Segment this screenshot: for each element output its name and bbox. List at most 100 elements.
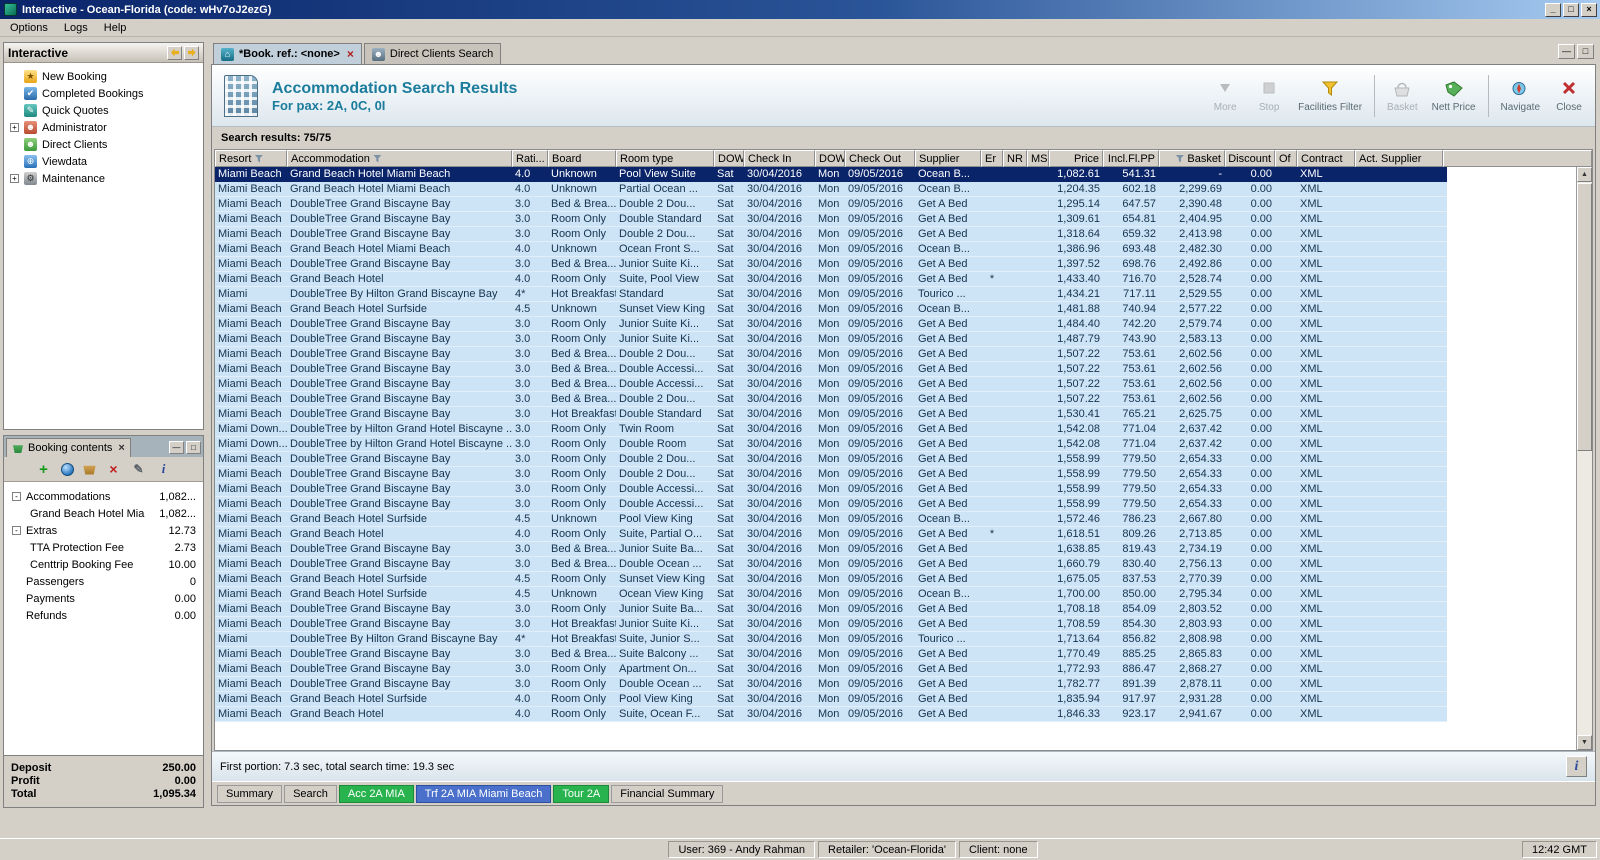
column-header-nr[interactable]: NR (1003, 150, 1027, 167)
column-header-discount[interactable]: Discount (1225, 150, 1275, 167)
sidebar-item-quick-quotes[interactable]: ✎ Quick Quotes (4, 102, 203, 119)
basket-icon[interactable] (83, 465, 96, 475)
filter-funnel-icon[interactable] (254, 154, 264, 163)
navigate-button[interactable]: Navigate (1494, 69, 1547, 123)
column-header-room-type[interactable]: Room type (616, 150, 714, 167)
column-header-board[interactable]: Board (548, 150, 616, 167)
globe-icon[interactable] (60, 462, 74, 476)
booking-item-grand-beach-hotel-mia[interactable]: Grand Beach Hotel Mia 1,082... (4, 505, 203, 522)
table-row[interactable]: Miami Beach Grand Beach Hotel 4.0 Room Only… (215, 272, 1447, 287)
column-header-supplier[interactable]: Supplier (915, 150, 981, 167)
table-row[interactable]: Miami Beach DoubleTree Grand Biscayne Bay… (215, 677, 1447, 692)
panel-minimize-button[interactable]: — (169, 441, 184, 454)
table-row[interactable]: Miami DoubleTree By Hilton Grand Biscayne… (215, 287, 1447, 302)
expander-icon[interactable]: + (10, 174, 19, 183)
table-row[interactable]: Miami Down... DoubleTree by Hilton Grand … (215, 422, 1447, 437)
booking-contents-tab[interactable]: Booking contents × (6, 438, 131, 457)
menu-item-help[interactable]: Help (96, 21, 135, 35)
info-button[interactable]: i (1566, 756, 1587, 777)
panel-maximize-button[interactable]: □ (186, 441, 201, 454)
table-row[interactable]: Miami Beach DoubleTree Grand Biscayne Bay… (215, 317, 1447, 332)
filter-funnel-icon[interactable] (372, 154, 382, 163)
vertical-scrollbar[interactable]: ▲ ▼ (1576, 167, 1592, 750)
close-panel-icon[interactable]: × (116, 442, 124, 454)
table-row[interactable]: Miami Beach DoubleTree Grand Biscayne Bay… (215, 602, 1447, 617)
column-header-price[interactable]: Price (1049, 150, 1103, 167)
booking-item-extras[interactable]: - Extras 12.73 (4, 522, 203, 539)
table-row[interactable]: Miami Beach DoubleTree Grand Biscayne Bay… (215, 197, 1447, 212)
filter-funnel-icon[interactable] (1175, 154, 1185, 163)
maximize-button[interactable]: □ (1563, 2, 1579, 17)
sidebar-item-completed-bookings[interactable]: ✔ Completed Bookings (4, 85, 203, 102)
table-row[interactable]: Miami Beach Grand Beach Hotel Surfside 4.0… (215, 692, 1447, 707)
column-header-check-in[interactable]: Check In (744, 150, 815, 167)
table-row[interactable]: Miami Beach Grand Beach Hotel Surfside 4.5… (215, 572, 1447, 587)
table-row[interactable]: Miami Beach DoubleTree Grand Biscayne Bay… (215, 647, 1447, 662)
table-row[interactable]: Miami Beach DoubleTree Grand Biscayne Bay… (215, 452, 1447, 467)
table-row[interactable]: Miami Beach Grand Beach Hotel Surfside 4.5… (215, 512, 1447, 527)
menu-item-options[interactable]: Options (2, 21, 56, 35)
info-icon[interactable]: i (156, 461, 172, 477)
close-button[interactable]: × (1581, 2, 1597, 17)
expander-icon[interactable]: + (10, 123, 19, 132)
column-header-dow[interactable]: DOW (815, 150, 845, 167)
table-row[interactable]: Miami Beach Grand Beach Hotel Miami Beach… (215, 242, 1447, 257)
table-row[interactable]: Miami DoubleTree By Hilton Grand Biscayne… (215, 632, 1447, 647)
booking-item-passengers[interactable]: Passengers 0 (4, 573, 203, 590)
booking-item-accommodations[interactable]: - Accommodations 1,082... (4, 488, 203, 505)
column-header-er[interactable]: Er (981, 150, 1003, 167)
expander-icon[interactable]: - (12, 526, 21, 535)
sidebar-item-viewdata[interactable]: ⊕ Viewdata (4, 153, 203, 170)
close-button[interactable]: Close (1547, 69, 1591, 123)
column-header-basket[interactable]: Basket (1159, 150, 1225, 167)
table-row[interactable]: Miami Beach DoubleTree Grand Biscayne Bay… (215, 392, 1447, 407)
add-icon[interactable]: + (36, 461, 52, 478)
table-row[interactable]: Miami Beach DoubleTree Grand Biscayne Bay… (215, 557, 1447, 572)
table-row[interactable]: Miami Down... DoubleTree by Hilton Grand … (215, 437, 1447, 452)
nett-price-button[interactable]: Nett Price (1425, 69, 1483, 123)
bottom-tab-financial-summary[interactable]: Financial Summary (611, 784, 724, 803)
column-header-rati[interactable]: Rati... (512, 150, 548, 167)
table-row[interactable]: Miami Beach DoubleTree Grand Biscayne Bay… (215, 617, 1447, 632)
booking-item-centtrip-booking-fee[interactable]: Centtrip Booking Fee 10.00 (4, 556, 203, 573)
facilities-filter-button[interactable]: Facilities Filter (1291, 69, 1369, 123)
delete-icon[interactable]: × (106, 461, 122, 477)
sidebar-item-direct-clients[interactable]: ☻ Direct Clients (4, 136, 203, 153)
expander-icon[interactable]: - (12, 492, 21, 501)
column-header-incl-fl-pp[interactable]: Incl.Fl.PP (1103, 150, 1159, 167)
table-row[interactable]: Miami Beach DoubleTree Grand Biscayne Bay… (215, 662, 1447, 677)
document-minimize-button[interactable]: — (1558, 44, 1575, 59)
sidebar-item-new-booking[interactable]: ★ New Booking (4, 68, 203, 85)
scroll-down-icon[interactable]: ▼ (1577, 735, 1592, 750)
column-header-contract[interactable]: Contract (1297, 150, 1355, 167)
table-row[interactable]: Miami Beach Grand Beach Hotel Surfside 4.5… (215, 587, 1447, 602)
column-header-dow[interactable]: DOW (714, 150, 744, 167)
panel-collapse-button[interactable] (167, 45, 182, 60)
table-row[interactable]: Miami Beach DoubleTree Grand Biscayne Bay… (215, 482, 1447, 497)
table-row[interactable]: Miami Beach DoubleTree Grand Biscayne Bay… (215, 212, 1447, 227)
minimize-button[interactable]: _ (1545, 2, 1561, 17)
table-row[interactable]: Miami Beach Grand Beach Hotel 4.0 Room Only… (215, 707, 1447, 722)
column-header-check-out[interactable]: Check Out (845, 150, 915, 167)
menu-item-logs[interactable]: Logs (56, 21, 96, 35)
panel-pin-button[interactable] (184, 45, 199, 60)
table-row[interactable]: Miami Beach Grand Beach Hotel Miami Beach… (215, 167, 1447, 182)
table-row[interactable]: Miami Beach DoubleTree Grand Biscayne Bay… (215, 332, 1447, 347)
tab-close-icon[interactable]: × (345, 47, 354, 61)
table-row[interactable]: Miami Beach DoubleTree Grand Biscayne Bay… (215, 347, 1447, 362)
column-header-act-supplier[interactable]: Act. Supplier (1355, 150, 1443, 167)
tab-book-ref-none[interactable]: ⌂ *Book. ref.: <none> × (213, 43, 362, 64)
booking-item-tta-protection-fee[interactable]: TTA Protection Fee 2.73 (4, 539, 203, 556)
table-row[interactable]: Miami Beach DoubleTree Grand Biscayne Bay… (215, 377, 1447, 392)
sidebar-item-administrator[interactable]: + ☻ Administrator (4, 119, 203, 136)
table-row[interactable]: Miami Beach DoubleTree Grand Biscayne Bay… (215, 542, 1447, 557)
table-row[interactable]: Miami Beach DoubleTree Grand Biscayne Bay… (215, 497, 1447, 512)
bottom-tab-acc-2a-mia[interactable]: Acc 2A MIA (338, 784, 414, 803)
column-header-accommodation[interactable]: Accommodation (287, 150, 512, 167)
table-row[interactable]: Miami Beach DoubleTree Grand Biscayne Bay… (215, 467, 1447, 482)
column-header-ms[interactable]: MS (1027, 150, 1049, 167)
table-row[interactable]: Miami Beach Grand Beach Hotel Miami Beach… (215, 182, 1447, 197)
booking-item-payments[interactable]: Payments 0.00 (4, 590, 203, 607)
scroll-up-icon[interactable]: ▲ (1577, 167, 1592, 182)
tab-direct-clients-search[interactable]: ☻ Direct Clients Search (363, 43, 502, 64)
